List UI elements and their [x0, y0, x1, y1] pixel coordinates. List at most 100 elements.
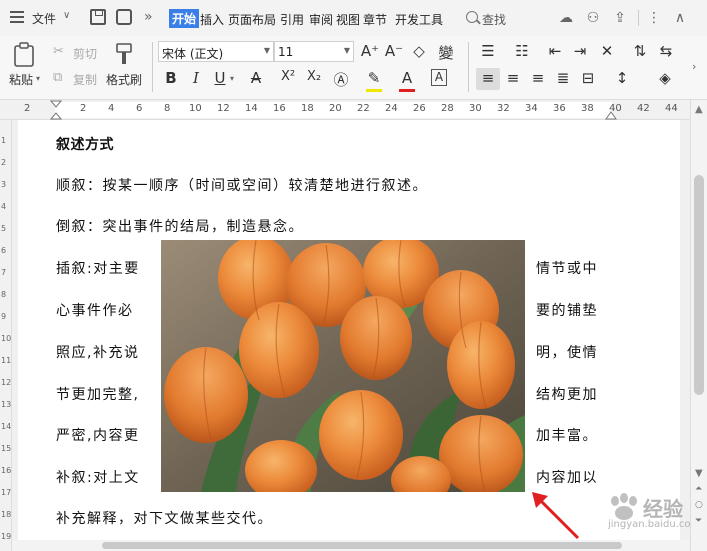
file-menu[interactable]: 文件	[32, 10, 56, 27]
vruler-tick: 13	[1, 400, 12, 409]
scissors-icon[interactable]: ✂	[53, 44, 64, 59]
highlight-icon[interactable]: ✎	[364, 69, 384, 87]
increase-indent-icon[interactable]: ⇥	[570, 42, 590, 60]
paragraph-line-left[interactable]: 补叙:对上文	[56, 467, 140, 487]
align-center-icon[interactable]: ≡	[503, 69, 523, 87]
paste-icon[interactable]	[12, 42, 36, 68]
ruler-tick: 14	[245, 103, 258, 114]
tulip-image	[161, 240, 525, 492]
grow-font-icon[interactable]: A⁺	[360, 42, 380, 60]
prev-page-icon[interactable]: ⏶	[695, 484, 702, 494]
baidu-paw-icon	[611, 493, 637, 520]
italic-button[interactable]: I	[186, 69, 206, 87]
sort-icon[interactable]: ⇅	[630, 42, 650, 60]
vruler-tick: 17	[1, 488, 12, 497]
more-tools-icon[interactable]: »	[144, 9, 153, 25]
paste-button[interactable]: 粘贴	[9, 71, 33, 88]
justify-icon[interactable]: ≣	[553, 69, 573, 87]
scrollbar-thumb[interactable]	[102, 542, 622, 549]
collapse-ribbon-icon[interactable]: ∧	[672, 10, 688, 26]
phonetic-guide-icon[interactable]: 變	[436, 42, 456, 63]
scroll-down-icon[interactable]: ▼	[695, 468, 703, 479]
ruler-tick: 6	[136, 103, 143, 114]
chevron-down-icon[interactable]: ▾	[230, 74, 234, 83]
hamburger-menu-icon[interactable]	[10, 11, 24, 23]
share-user-icon[interactable]: ⚇	[585, 10, 601, 26]
tulip-photo[interactable]	[161, 240, 525, 492]
paragraph-line-left[interactable]: 插叙:对主要	[56, 258, 140, 278]
show-marks-icon[interactable]: ⇆	[656, 42, 676, 60]
underline-button[interactable]: U	[210, 69, 230, 87]
paragraph-line-right[interactable]: 情节或中	[536, 258, 598, 278]
next-page-icon[interactable]: ⏷	[695, 516, 702, 526]
tab-review[interactable]: 审阅	[309, 11, 333, 28]
ruler-tick: 24	[385, 103, 398, 114]
ruler-tick: 32	[497, 103, 510, 114]
subscript-button[interactable]: X₂	[304, 69, 324, 84]
shading-icon[interactable]: ◈	[655, 69, 675, 87]
paragraph-line[interactable]: 补充解释，对下文做某些交代。	[56, 508, 273, 528]
font-name-select[interactable]: 宋体 (正文) ▼	[158, 41, 274, 62]
export-icon[interactable]: ⇪	[612, 10, 628, 26]
search-icon[interactable]	[466, 11, 478, 23]
format-painter-button[interactable]: 格式刷	[106, 71, 142, 88]
select-browse-object-icon[interactable]: ○	[695, 500, 703, 510]
tab-section[interactable]: 章节	[363, 11, 387, 28]
undo-icon[interactable]	[116, 9, 132, 25]
indent-marker-icon[interactable]	[50, 100, 62, 120]
copy-icon[interactable]: ⧉	[53, 70, 62, 85]
scrollbar-thumb[interactable]	[694, 175, 704, 395]
save-icon[interactable]	[90, 9, 106, 25]
tab-page-layout[interactable]: 页面布局	[228, 11, 276, 28]
paragraph-line-right[interactable]: 结构更加	[536, 384, 598, 404]
chinese-layout-icon[interactable]: ✕	[597, 42, 617, 60]
strikethrough-icon[interactable]: A	[246, 69, 266, 87]
vertical-scrollbar[interactable]: ▲ ▼ ⏶ ○ ⏷	[690, 100, 707, 551]
paragraph-line-right[interactable]: 加丰富。	[536, 425, 598, 445]
cloud-sync-icon[interactable]: ☁	[558, 10, 574, 26]
bullet-list-icon[interactable]: ☰	[478, 42, 498, 60]
ruler-tick: 22	[357, 103, 370, 114]
search-button[interactable]: 查找	[482, 11, 506, 28]
horizontal-scrollbar[interactable]	[12, 540, 690, 551]
tab-insert[interactable]: 插入	[200, 11, 224, 28]
clear-format-icon[interactable]: ◇	[409, 42, 429, 60]
text-effect-icon[interactable]: Ⓐ	[331, 69, 351, 90]
more-options-icon[interactable]: ⋮	[646, 10, 662, 26]
font-size-select[interactable]: 11 ▼	[274, 41, 354, 62]
paragraph-line-right[interactable]: 要的铺垫	[536, 300, 598, 320]
paragraph-line-right[interactable]: 内容加以	[536, 467, 598, 487]
document-heading[interactable]: 叙述方式	[56, 134, 114, 154]
paragraph-line[interactable]: 顺叙：按某一顺序（时间或空间）较清楚地进行叙述。	[56, 175, 428, 195]
shrink-font-icon[interactable]: A⁻	[384, 42, 404, 60]
font-color-icon[interactable]: A	[397, 69, 417, 87]
align-right-icon[interactable]: ≡	[528, 69, 548, 87]
decrease-indent-icon[interactable]: ⇤	[545, 42, 565, 60]
paragraph-line[interactable]: 倒叙：突出事件的结局，制造悬念。	[56, 216, 304, 236]
numbered-list-icon[interactable]: ☷	[512, 42, 532, 60]
vruler-tick: 7	[1, 268, 7, 277]
copy-button[interactable]: 复制	[73, 71, 97, 88]
bold-button[interactable]: B	[161, 69, 181, 87]
vruler-tick: 4	[1, 202, 7, 211]
tab-view[interactable]: 视图	[336, 11, 360, 28]
format-painter-icon[interactable]	[113, 42, 135, 68]
character-border-icon[interactable]: A	[431, 69, 447, 86]
chevron-down-icon[interactable]: ∨	[63, 10, 70, 21]
paragraph-line-left[interactable]: 照应,补充说	[56, 342, 139, 362]
superscript-button[interactable]: X²	[278, 69, 298, 84]
tab-start[interactable]: 开始	[169, 9, 200, 28]
paragraph-line-left[interactable]: 节更加完整,	[56, 384, 139, 404]
cut-button[interactable]: 剪切	[73, 45, 97, 62]
paragraph-line-right[interactable]: 明，使情	[536, 342, 598, 362]
paragraph-line-left[interactable]: 心事件作必	[56, 300, 134, 320]
ribbon-scroll-right-icon[interactable]: ›	[692, 60, 696, 73]
ruler-tick: 16	[273, 103, 286, 114]
chevron-down-icon[interactable]: ▾	[36, 74, 40, 83]
scroll-up-icon[interactable]: ▲	[695, 104, 703, 115]
paragraph-line-left[interactable]: 严密,内容更	[56, 425, 139, 445]
line-spacing-icon[interactable]: ↕	[612, 69, 632, 87]
tab-developer[interactable]: 开发工具	[395, 11, 443, 28]
distributed-icon[interactable]: ⊟	[578, 69, 598, 87]
tab-references[interactable]: 引用	[280, 11, 304, 28]
